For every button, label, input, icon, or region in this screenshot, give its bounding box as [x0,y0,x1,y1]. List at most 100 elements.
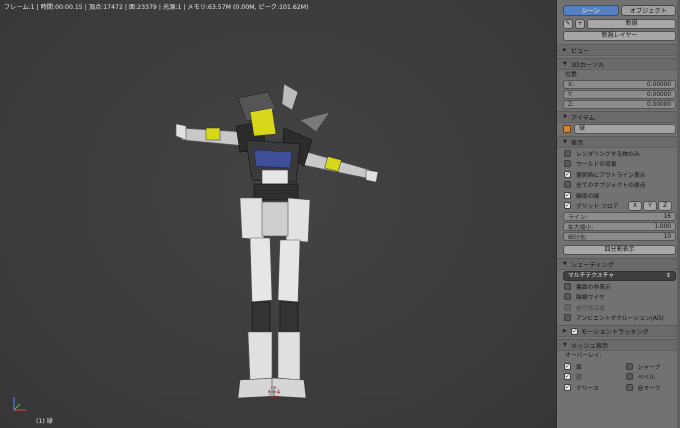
bevel-label: ベベル [637,375,655,382]
properties-sidebar: シーン オブジェクト ✎ + 新規 新規レイヤー ▶ ビュー ▼ 3Dカーソル … [556,0,680,428]
checkmark-icon: ✓ [564,170,571,178]
checkmark-icon: ✓ [564,373,571,381]
section-mesh-display[interactable]: ▼ メッシュ表示 [557,339,680,351]
axis-x-button[interactable]: X [628,200,642,211]
section-3d-cursor[interactable]: ▼ 3Dカーソル [557,58,680,70]
3d-viewport[interactable]: フレーム:1 | 時間:00:00.15 | 頂点:17472 | 面:2337… [0,0,556,428]
checkmark-icon: ✓ [564,362,571,370]
all-origins-checkbox[interactable]: 全てのオブジェクトの原点 [557,180,680,191]
ambient-occlusion-checkbox[interactable]: アンビエントオクルージョン(AO) [557,313,680,324]
grid-scale-field[interactable]: 拡大縮小: 1.000 [563,222,676,231]
cursor-y-field[interactable]: Y: 0.00000 [563,90,676,99]
grid-scale-value: 1.000 [654,223,671,230]
depth-of-field-label: 被写界深度 [576,305,605,312]
cursor-x-label: X: [568,81,574,88]
backface-culling-label: 裏面の非表示 [576,284,611,291]
sharp-label: シャープ [637,364,661,371]
seams-checkbox[interactable]: @マーク [619,382,680,393]
new-layer-row: 新規レイヤー [557,30,680,42]
checkmark-icon: ✓ [564,202,571,210]
section-display-label: 表示 [571,139,584,147]
collapse-arrow-icon: ▼ [563,61,567,67]
section-item[interactable]: ▼ アイテム [557,111,680,123]
depth-of-field-checkbox[interactable]: 被写界深度 [557,302,680,313]
grid-lines-field[interactable]: ライン: 16 [563,212,676,221]
world-background-checkbox[interactable]: ワールドの背景 [557,159,680,170]
edges-label: 辺 [576,375,582,382]
cursor-z-value: 0.00000 [647,101,671,108]
checkbox-icon [564,282,571,290]
cursor-x-field[interactable]: X: 0.00000 [563,80,676,89]
overlay-label: オーバーレイ: [565,353,602,359]
cursor-position-label: 位置: [565,72,579,78]
axis-toggle-group: X Y Z [628,200,672,211]
hidden-wire-checkbox[interactable]: 陰線ワイヤ [557,292,680,303]
checkbox-icon [625,373,633,381]
grid-subdivisions-field[interactable]: 細分化: 10 [563,232,676,241]
cursor-y-label: Y: [568,91,573,98]
relationship-lines-checkbox[interactable]: ✓ 関係の線 [557,190,680,201]
checkbox-icon [564,314,571,322]
only-render-label: レンダリングする物のみ [576,151,640,158]
axis-z-button[interactable]: Z [658,200,672,211]
checkmark-icon[interactable]: ✓ [571,327,578,335]
checkbox-icon [625,362,633,370]
section-view-label: ビュー [571,47,590,55]
expand-arrow-icon: ▶ [563,328,567,334]
grease-pencil-row: ✎ + 新規 [557,18,680,30]
checkbox-icon [564,181,571,189]
grid-lines-value: 16 [663,213,671,220]
section-display[interactable]: ▼ 表示 [557,136,680,148]
section-item-label: アイテム [571,114,596,122]
outline-selected-checkbox[interactable]: ✓ 選択時にアウトライン表示 [557,169,680,180]
grid-subdivisions-value: 10 [663,233,671,240]
overlay-options: ✓ 面 シャープ ✓ 辺 ベベル ✓ クリース @マーク [557,361,680,393]
crease-checkbox[interactable]: ✓ クリース [557,382,619,393]
tab-scene[interactable]: シーン [563,5,619,16]
checkbox-icon [564,160,571,168]
checkbox-icon [564,303,571,311]
object-name-row: 球 [563,124,676,134]
new-button[interactable]: 新規 [587,19,676,29]
new-layer-button[interactable]: 新規レイヤー [563,31,676,41]
section-motion-tracking-label: モーショントラッキング [581,328,649,336]
robot-model[interactable] [0,0,556,428]
cursor-y-value: 0.00000 [647,91,671,98]
pencil-icon[interactable]: ✎ [563,19,573,29]
grid-floor-row[interactable]: ✓ グリッド フロア X Y Z [557,200,680,212]
mesh-object-icon [563,125,571,133]
bevel-checkbox[interactable]: ベベル [619,372,680,383]
ambient-occlusion-label: アンビエントオクルージョン(AO) [576,316,664,323]
axis-y-button[interactable]: Y [643,200,657,211]
relationship-lines-label: 関係の線 [576,193,600,200]
section-3d-cursor-label: 3Dカーソル [571,61,605,69]
world-background-label: ワールドの背景 [576,162,617,169]
checkbox-icon [625,383,633,391]
add-icon[interactable]: + [575,19,585,29]
checkmark-icon: ✓ [564,383,571,391]
cursor-z-field[interactable]: Z: 0.00000 [563,100,676,109]
axis-gizmo-icon [13,397,26,411]
grid-lines-label: ライン: [568,215,588,221]
only-render-checkbox[interactable]: レンダリングする物のみ [557,148,680,159]
section-shading[interactable]: ▼ シェーディング [557,258,680,270]
seams-label: @マーク [637,385,661,392]
hidden-wire-label: 陰線ワイヤ [576,295,605,302]
section-view[interactable]: ▶ ビュー [557,44,680,56]
faces-checkbox[interactable]: ✓ 面 [557,361,619,372]
sharp-checkbox[interactable]: シャープ [619,361,680,372]
checkbox-icon [564,149,571,157]
object-name-field[interactable]: 球 [574,124,676,134]
backface-culling-checkbox[interactable]: 裏面の非表示 [557,281,680,292]
section-mesh-display-label: メッシュ表示 [571,342,609,350]
collapse-arrow-icon: ▼ [563,342,567,348]
section-motion-tracking[interactable]: ▶ ✓ モーショントラッキング [557,325,680,337]
tab-bar: シーン オブジェクト [557,0,680,18]
tab-object[interactable]: オブジェクト [620,5,676,16]
edges-checkbox[interactable]: ✓ 辺 [557,372,619,383]
shading-mode-select[interactable]: マルチテクスチャ ⇕ [563,271,676,281]
grid-subdivisions-label: 細分化: [568,235,588,241]
faces-label: 面 [576,364,582,371]
quad-view-button[interactable]: 四分割表示 [563,245,676,255]
shading-mode-value: マルチテクスチャ [568,273,615,279]
